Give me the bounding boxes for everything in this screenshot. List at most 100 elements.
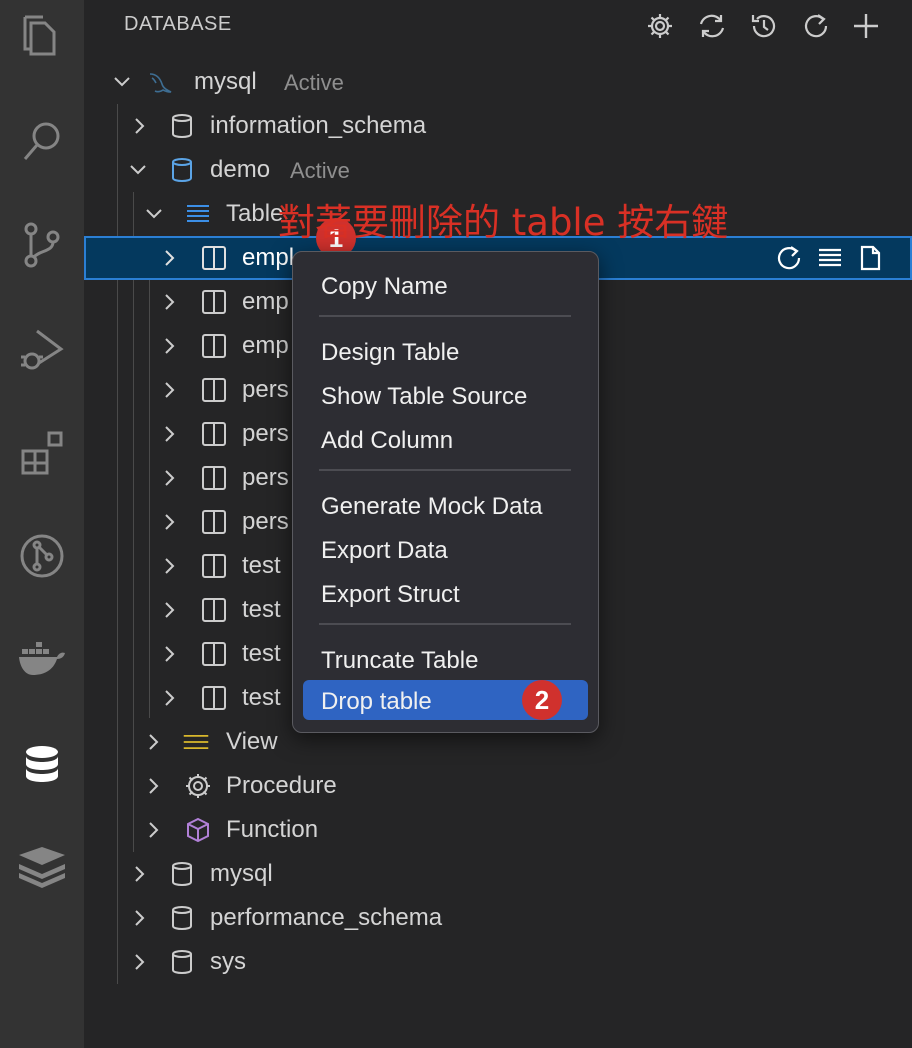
connection-label: mysql xyxy=(194,68,257,95)
menu-item-label: Truncate Table xyxy=(321,647,479,674)
tree-item-performance-schema[interactable]: performance_schema xyxy=(84,896,912,940)
sync-icon[interactable] xyxy=(694,8,730,44)
menu-item-generate-mock-data[interactable]: Generate Mock Data xyxy=(303,485,588,525)
menu-item-export-struct[interactable]: Export Struct xyxy=(303,573,588,613)
group-label: Table xyxy=(226,200,284,227)
schema-label: mysql xyxy=(210,860,273,887)
schema-label: demo xyxy=(210,156,271,183)
menu-item-label: Export Struct xyxy=(321,581,460,608)
tree-item-information-schema[interactable]: information_schema xyxy=(84,104,912,148)
context-menu: Copy Name Design Table Show Table Source… xyxy=(292,251,599,733)
extensions-icon[interactable] xyxy=(8,424,76,480)
table-icon xyxy=(202,378,226,402)
docker-icon[interactable] xyxy=(8,632,76,688)
menu-item-design-table[interactable]: Design Table xyxy=(303,331,588,371)
files-icon[interactable] xyxy=(8,8,76,64)
menu-item-export-data[interactable]: Export Data xyxy=(303,529,588,569)
menu-item-label: Drop table xyxy=(321,688,432,715)
table-label: emp xyxy=(242,332,289,359)
tree-item-connection-mysql[interactable]: mysql Active xyxy=(84,60,912,104)
group-label: View xyxy=(226,728,278,755)
section-title: DATABASE xyxy=(124,13,232,35)
group-label: Procedure xyxy=(226,772,337,799)
database-cylinder-icon xyxy=(172,158,192,182)
table-label: test xyxy=(242,552,281,579)
chevron-right-icon xyxy=(165,558,175,574)
table-label: pers xyxy=(242,508,289,535)
chevron-right-icon xyxy=(165,294,175,310)
table-icon xyxy=(202,598,226,622)
table-label: emp xyxy=(242,288,289,315)
chevron-down-icon xyxy=(146,209,162,219)
table-list-icon xyxy=(187,205,209,222)
menu-item-label: Export Data xyxy=(321,537,448,564)
database-cylinder-icon xyxy=(172,114,192,138)
menu-item-label: Show Table Source xyxy=(321,383,528,410)
refresh-icon[interactable] xyxy=(774,242,806,274)
chevron-down-icon xyxy=(130,165,146,175)
chevron-down-icon xyxy=(114,77,130,87)
search-icon[interactable] xyxy=(8,114,76,170)
view-icon xyxy=(183,735,209,749)
tree-group-procedure[interactable]: Procedure xyxy=(84,764,912,808)
chevron-right-icon xyxy=(135,866,145,882)
schema-label: performance_schema xyxy=(210,904,443,931)
chevron-right-icon xyxy=(165,514,175,530)
menu-separator xyxy=(319,469,571,471)
add-icon[interactable] xyxy=(848,8,884,44)
chevron-right-icon xyxy=(165,338,175,354)
source-control-icon[interactable] xyxy=(8,216,76,272)
chevron-right-icon xyxy=(165,382,175,398)
run-debug-icon[interactable] xyxy=(8,320,76,376)
refresh-icon[interactable] xyxy=(798,8,834,44)
tree-item-mysql-schema[interactable]: mysql xyxy=(84,852,912,896)
chevron-right-icon xyxy=(149,822,159,838)
table-icon xyxy=(202,642,226,666)
table-label: test xyxy=(242,596,281,623)
menu-item-add-column[interactable]: Add Column xyxy=(303,419,588,459)
connection-status: Active xyxy=(284,70,344,95)
step-2-badge: 2 xyxy=(522,680,562,720)
table-icon xyxy=(202,246,226,270)
schema-label: sys xyxy=(210,948,246,975)
schema-status: Active xyxy=(290,158,350,183)
menu-item-show-table-source[interactable]: Show Table Source xyxy=(303,375,588,415)
table-icon xyxy=(202,554,226,578)
file-icon[interactable] xyxy=(854,242,886,274)
menu-item-label: Design Table xyxy=(321,339,460,366)
table-label: pers xyxy=(242,376,289,403)
chevron-right-icon xyxy=(165,646,175,662)
menu-item-truncate-table[interactable]: Truncate Table xyxy=(303,639,588,679)
settings-icon[interactable] xyxy=(642,8,678,44)
table-label: test xyxy=(242,640,281,667)
git-graph-icon[interactable] xyxy=(8,528,76,584)
history-icon[interactable] xyxy=(746,8,782,44)
tree-group-function[interactable]: Function xyxy=(84,808,912,852)
tree-item-sys[interactable]: sys xyxy=(84,940,912,984)
table-label: test xyxy=(242,684,281,711)
redis-icon[interactable] xyxy=(8,840,76,896)
tree-item-demo[interactable]: demo Active xyxy=(84,148,912,192)
group-label: Function xyxy=(226,816,319,843)
table-icon xyxy=(202,466,226,490)
annotation-text: 對著要刪除的 table 按右鍵 xyxy=(278,201,729,244)
list-icon[interactable] xyxy=(814,242,846,274)
table-label: empl xyxy=(242,244,295,271)
mysql-dolphin-icon xyxy=(149,73,172,93)
table-label: pers xyxy=(242,420,289,447)
gear-icon xyxy=(186,774,210,798)
menu-item-copy-name[interactable]: Copy Name xyxy=(303,265,588,305)
table-icon xyxy=(202,290,226,314)
menu-item-label: Generate Mock Data xyxy=(321,493,543,520)
chevron-right-icon xyxy=(165,602,175,618)
chevron-right-icon xyxy=(165,250,175,266)
table-icon xyxy=(202,510,226,534)
schema-label: information_schema xyxy=(210,112,427,139)
menu-separator xyxy=(319,623,571,625)
chevron-right-icon xyxy=(135,954,145,970)
chevron-right-icon xyxy=(135,118,145,134)
menu-item-label: Add Column xyxy=(321,427,454,454)
table-label: pers xyxy=(242,464,289,491)
database-icon[interactable] xyxy=(8,738,76,794)
database-cylinder-icon xyxy=(172,950,192,974)
